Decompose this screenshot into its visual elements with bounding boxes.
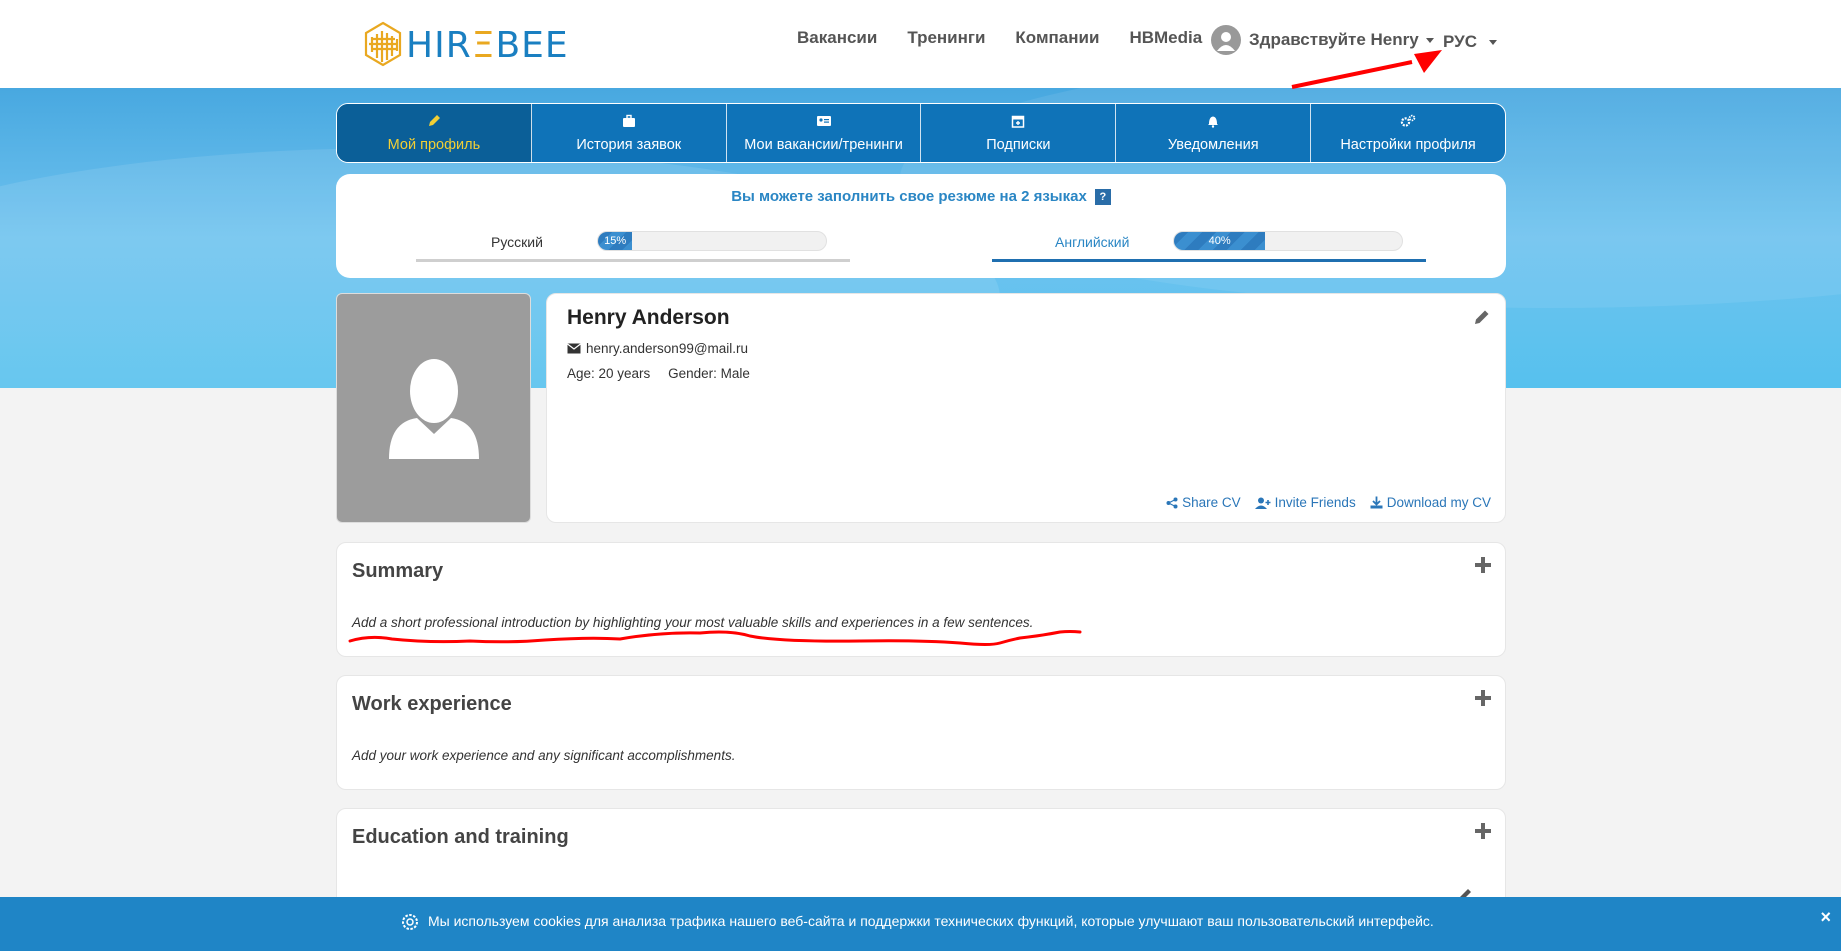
language-label: РУС bbox=[1443, 32, 1477, 51]
add-education-plus-icon[interactable] bbox=[1475, 823, 1491, 839]
user-greeting: Здравствуйте Henry bbox=[1249, 30, 1419, 49]
chevron-down-icon bbox=[1425, 37, 1434, 43]
language-english[interactable]: Английский 40% bbox=[992, 228, 1426, 262]
tab-label: Настройки профиля bbox=[1340, 136, 1476, 153]
edit-pencil-icon[interactable] bbox=[1473, 308, 1491, 326]
honeycomb-logo-icon bbox=[364, 21, 402, 67]
user-menu[interactable]: Здравствуйте Henry bbox=[1211, 25, 1434, 55]
summary-section: Summary Add a short professional introdu… bbox=[336, 542, 1506, 657]
download-cv-link[interactable]: Download my CV bbox=[1370, 495, 1491, 510]
nav-vacancies[interactable]: Вакансии bbox=[797, 28, 877, 48]
invite-friends-link[interactable]: Invite Friends bbox=[1254, 495, 1356, 510]
language-selector[interactable]: РУС bbox=[1443, 32, 1497, 52]
profile-name: Henry Anderson bbox=[567, 306, 730, 329]
help-icon[interactable]: ? bbox=[1094, 189, 1111, 205]
tab-label: Мой профиль bbox=[387, 136, 481, 153]
progress-fill: 40% bbox=[1174, 232, 1266, 250]
profile-photo[interactable] bbox=[336, 293, 531, 523]
nav-companies[interactable]: Компании bbox=[1015, 28, 1099, 48]
id-card-icon bbox=[816, 115, 831, 126]
work-experience-section: Work experience Add your work experience… bbox=[336, 675, 1506, 790]
language-underline bbox=[416, 259, 850, 262]
resume-languages-card: Вы можете заполнить свое резюме на 2 язы… bbox=[336, 174, 1506, 278]
add-summary-plus-icon[interactable] bbox=[1475, 557, 1491, 573]
tab-label: История заявок bbox=[576, 136, 682, 153]
envelope-icon bbox=[567, 343, 581, 354]
cookie-banner: Мы используем cookies для анализа трафик… bbox=[0, 897, 1841, 951]
calendar-plus-icon bbox=[1012, 115, 1025, 128]
tab-subscriptions[interactable]: Подписки bbox=[921, 104, 1117, 162]
top-navbar: HIRΞBEE Вакансии Тренинги Компании HBMed… bbox=[0, 0, 1841, 88]
pencil-icon bbox=[428, 114, 440, 126]
download-icon bbox=[1370, 496, 1383, 509]
progress-bar: 40% bbox=[1173, 231, 1403, 251]
profile-meta: Age: 20 years Gender: Male bbox=[567, 366, 764, 381]
profile-gender: Gender: Male bbox=[668, 366, 750, 381]
add-work-plus-icon[interactable] bbox=[1475, 690, 1491, 706]
user-avatar-icon bbox=[1211, 25, 1241, 55]
share-icon bbox=[1166, 497, 1178, 508]
nav-hbmedia[interactable]: HBMedia bbox=[1129, 28, 1202, 48]
section-title: Summary bbox=[352, 560, 444, 582]
cookie-gear-icon bbox=[402, 914, 418, 930]
language-name: Английский bbox=[1055, 234, 1130, 250]
bell-icon bbox=[1208, 116, 1219, 128]
hirebee-logo[interactable]: HIRΞBEE bbox=[362, 20, 569, 70]
tab-my-vacancies[interactable]: Мои вакансии/тренинги bbox=[727, 104, 922, 162]
tab-profile-settings[interactable]: Настройки профиля bbox=[1311, 104, 1505, 162]
tab-application-history[interactable]: История заявок bbox=[532, 104, 727, 162]
progress-fill: 15% bbox=[598, 232, 633, 250]
main-nav: Вакансии Тренинги Компании HBMedia bbox=[797, 28, 1232, 48]
chevron-down-icon bbox=[1488, 40, 1497, 46]
profile-tabs: Мой профиль История заявок Мои вакансии/… bbox=[336, 103, 1506, 163]
user-plus-icon bbox=[1254, 497, 1271, 509]
resume-languages-title: Вы можете заполнить свое резюме на 2 язы… bbox=[336, 188, 1506, 205]
section-title: Education and training bbox=[352, 826, 569, 848]
user-silhouette-icon bbox=[389, 359, 479, 459]
tab-label: Мои вакансии/тренинги bbox=[744, 136, 903, 153]
close-icon[interactable]: × bbox=[1820, 907, 1831, 928]
tab-label: Уведомления bbox=[1167, 136, 1259, 153]
tab-my-profile[interactable]: Мой профиль bbox=[337, 104, 532, 162]
section-description: Add your work experience and any signifi… bbox=[352, 748, 736, 763]
section-description: Add a short professional introduction by… bbox=[352, 615, 1034, 630]
logo-text: HIRΞBEE bbox=[406, 24, 569, 66]
cookie-text: Мы используем cookies для анализа трафик… bbox=[428, 913, 1434, 929]
profile-info-card: Henry Anderson henry.anderson99@mail.ru … bbox=[546, 293, 1506, 523]
language-name: Русский bbox=[491, 234, 543, 250]
share-cv-link[interactable]: Share CV bbox=[1166, 495, 1241, 510]
gears-icon bbox=[1400, 114, 1416, 127]
tab-notifications[interactable]: Уведомления bbox=[1116, 104, 1312, 162]
nav-trainings[interactable]: Тренинги bbox=[907, 28, 985, 48]
profile-email: henry.anderson99@mail.ru bbox=[567, 341, 748, 356]
progress-bar: 15% bbox=[597, 231, 827, 251]
profile-age: Age: 20 years bbox=[567, 366, 651, 381]
briefcase-icon bbox=[622, 114, 635, 127]
language-underline-active bbox=[992, 259, 1426, 262]
profile-actions: Share CV Invite Friends Download my CV bbox=[1152, 495, 1491, 510]
language-russian[interactable]: Русский 15% bbox=[416, 228, 850, 262]
section-title: Work experience bbox=[352, 693, 512, 715]
tab-label: Подписки bbox=[986, 136, 1051, 153]
